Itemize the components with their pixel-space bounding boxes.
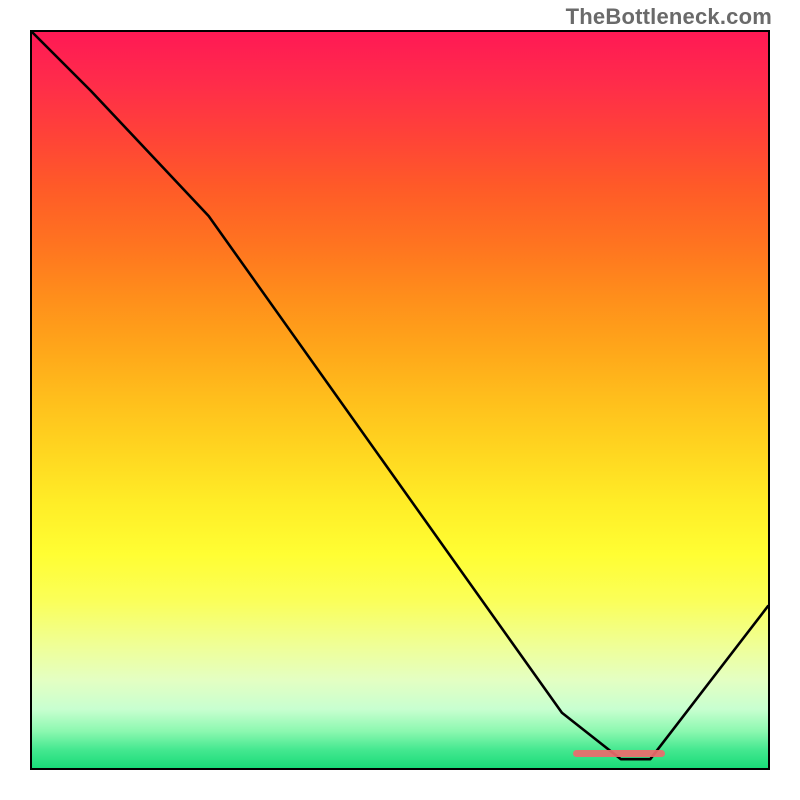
optimal-range-marker: [573, 750, 665, 757]
watermark-text: TheBottleneck.com: [566, 4, 772, 30]
curve-path: [32, 32, 768, 759]
plot-area: [30, 30, 770, 770]
bottleneck-curve: [32, 32, 768, 768]
chart-stage: TheBottleneck.com: [0, 0, 800, 800]
